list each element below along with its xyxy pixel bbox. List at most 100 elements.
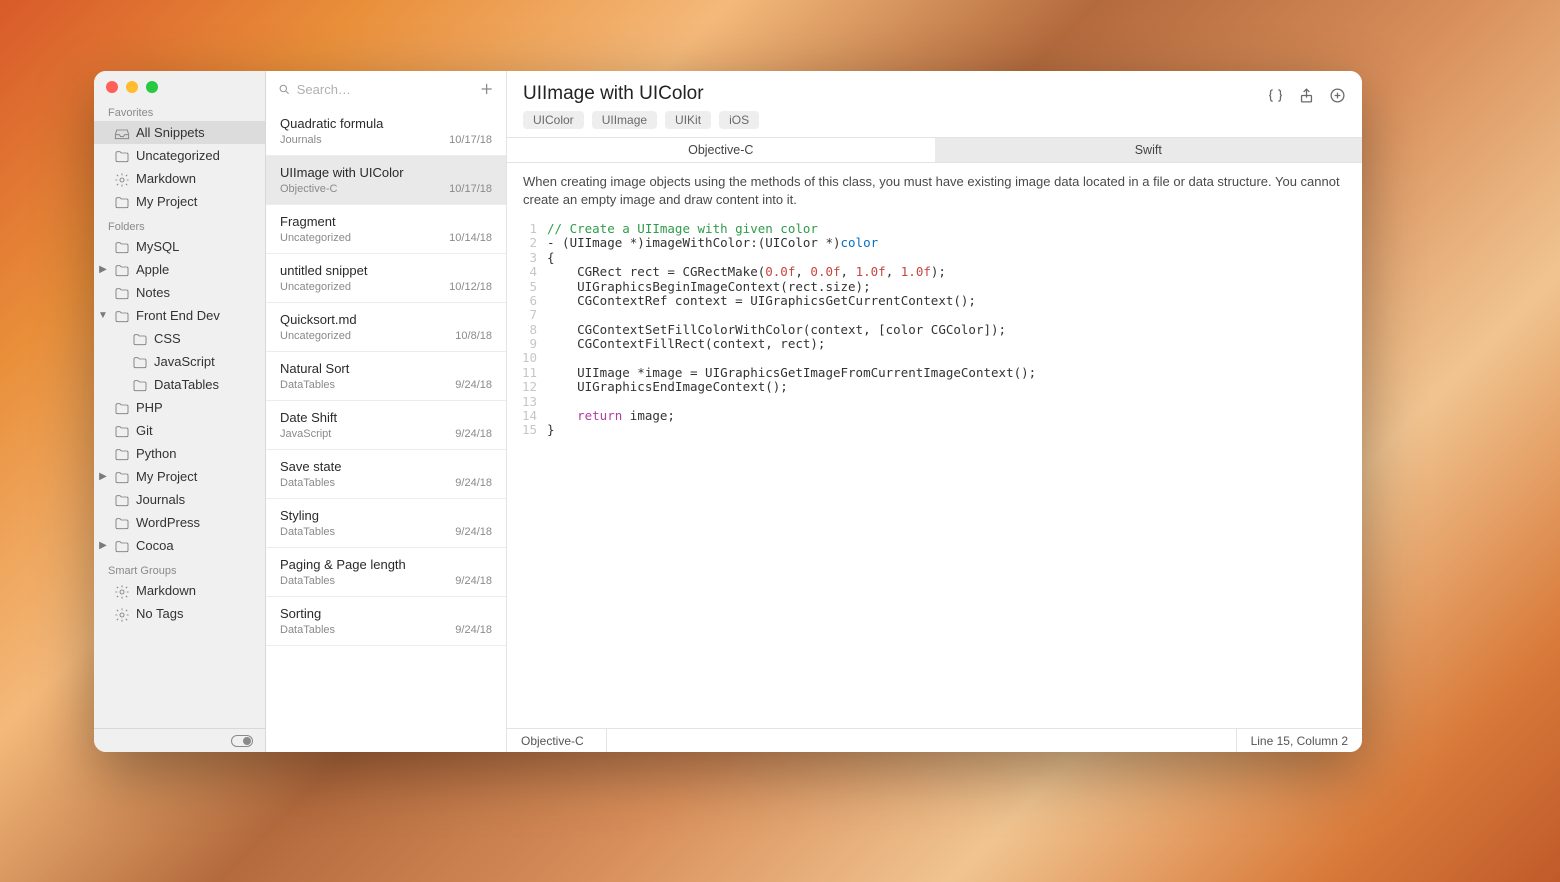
snippet-item-category: Uncategorized xyxy=(280,330,351,342)
sidebar-toggle[interactable] xyxy=(231,735,253,747)
add-circle-icon[interactable] xyxy=(1329,87,1346,104)
minimize-window-button[interactable] xyxy=(126,81,138,93)
snippet-item-category: JavaScript xyxy=(280,428,331,440)
line-number: 5 xyxy=(507,280,547,294)
sidebar-item-label: CSS xyxy=(154,331,181,346)
close-window-button[interactable] xyxy=(106,81,118,93)
snippet-item-title: Sorting xyxy=(280,606,492,621)
snippet-list-item[interactable]: FragmentUncategorized10/14/18 xyxy=(266,205,506,254)
snippet-item-category: Objective-C xyxy=(280,183,337,195)
sidebar-item[interactable]: ▶ My Project xyxy=(94,465,265,488)
language-tab[interactable]: Objective-C xyxy=(507,138,935,162)
detail-pane: UIImage with UIColor UIColor UIImage UIKit… xyxy=(507,71,1362,752)
snippet-list-item[interactable]: Paging & Page lengthDataTables9/24/18 xyxy=(266,548,506,597)
snippet-list-item[interactable]: StylingDataTables9/24/18 xyxy=(266,499,506,548)
sidebar-item-label: JavaScript xyxy=(154,354,215,369)
line-number: 13 xyxy=(507,395,547,409)
snippet-item-category: DataTables xyxy=(280,575,335,587)
sidebar-item[interactable]: Python xyxy=(94,442,265,465)
sidebar-item-label: Notes xyxy=(136,285,170,300)
language-tabs: Objective-CSwift xyxy=(507,137,1362,163)
sidebar-item[interactable]: PHP xyxy=(94,396,265,419)
tag[interactable]: UIImage xyxy=(592,111,657,129)
snippet-list-item[interactable]: Quadratic formulaJournals10/17/18 xyxy=(266,107,506,156)
tag[interactable]: UIKit xyxy=(665,111,711,129)
snippet-title[interactable]: UIImage with UIColor xyxy=(523,83,704,105)
add-snippet-button[interactable] xyxy=(479,80,494,98)
sidebar-item[interactable]: Markdown xyxy=(94,167,265,190)
section-header-folders: Folders xyxy=(94,217,265,235)
gear-icon xyxy=(114,172,130,186)
sidebar-item[interactable]: Notes xyxy=(94,281,265,304)
sidebar-item[interactable]: My Project xyxy=(94,190,265,213)
sidebar-item[interactable]: DataTables xyxy=(94,373,265,396)
sidebar-item-label: Cocoa xyxy=(136,538,174,553)
sidebar-item[interactable]: ▶ Cocoa xyxy=(94,534,265,557)
zoom-window-button[interactable] xyxy=(146,81,158,93)
search-input[interactable] xyxy=(297,82,473,97)
snippet-list-item[interactable]: untitled snippetUncategorized10/12/18 xyxy=(266,254,506,303)
snippet-item-date: 9/24/18 xyxy=(455,575,492,587)
snippet-list-pane: Quadratic formulaJournals10/17/18 UIImage… xyxy=(266,71,507,752)
braces-icon[interactable] xyxy=(1267,87,1284,104)
snippet-description[interactable]: When creating image objects using the me… xyxy=(507,163,1362,218)
sidebar-item-label: Git xyxy=(136,423,153,438)
snippet-item-title: Styling xyxy=(280,508,492,523)
gear-icon xyxy=(114,607,130,621)
app-window: Favorites All SnippetsUncategorizedMarkd… xyxy=(94,71,1362,752)
snippet-list-item[interactable]: UIImage with UIColorObjective-C10/17/18 xyxy=(266,156,506,205)
sidebar-item[interactable]: ▶Apple xyxy=(94,258,265,281)
snippet-item-date: 10/12/18 xyxy=(449,281,492,293)
tag[interactable]: UIColor xyxy=(523,111,584,129)
line-number: 14 xyxy=(507,409,547,423)
sidebar-item[interactable]: CSS xyxy=(94,327,265,350)
snippet-item-category: Uncategorized xyxy=(280,232,351,244)
disclosure-down-icon[interactable]: ▼ xyxy=(98,310,108,321)
sidebar-item[interactable]: Uncategorized xyxy=(94,144,265,167)
sidebar-item-label: DataTables xyxy=(154,377,219,392)
folder-icon xyxy=(114,401,130,415)
snippet-item-category: DataTables xyxy=(280,624,335,636)
folder-icon xyxy=(114,424,130,438)
folder-icon xyxy=(114,240,130,254)
sidebar-item[interactable]: WordPress xyxy=(94,511,265,534)
sidebar-item-label: Markdown xyxy=(136,583,196,598)
sidebar-item-label: Uncategorized xyxy=(136,148,220,163)
section-header-smart: Smart Groups xyxy=(94,561,265,579)
folder-icon xyxy=(114,447,130,461)
snippet-list-item[interactable]: SortingDataTables9/24/18 xyxy=(266,597,506,646)
folder-icon xyxy=(132,378,148,392)
sidebar-item[interactable]: Journals xyxy=(94,488,265,511)
share-icon[interactable] xyxy=(1298,87,1315,104)
sidebar-item[interactable]: No Tags xyxy=(94,602,265,625)
line-number: 11 xyxy=(507,366,547,380)
sidebar-item[interactable]: Markdown xyxy=(94,579,265,602)
snippet-item-title: Quicksort.md xyxy=(280,312,492,327)
status-language[interactable]: Objective-C xyxy=(507,729,607,752)
snippet-item-category: DataTables xyxy=(280,379,335,391)
sidebar-item-label: My Project xyxy=(136,469,197,484)
line-number: 3 xyxy=(507,251,547,265)
snippet-item-title: Natural Sort xyxy=(280,361,492,376)
language-tab[interactable]: Swift xyxy=(935,138,1363,162)
sidebar-item-label: My Project xyxy=(136,194,197,209)
sidebar-item[interactable]: JavaScript xyxy=(94,350,265,373)
snippet-list-item[interactable]: Quicksort.mdUncategorized10/8/18 xyxy=(266,303,506,352)
disclosure-right-icon[interactable]: ▶ xyxy=(98,540,108,551)
disclosure-right-icon[interactable]: ▶ xyxy=(98,264,108,275)
sidebar-item[interactable]: All Snippets xyxy=(94,121,265,144)
tags-row: UIColor UIImage UIKit iOS xyxy=(507,111,1362,137)
snippet-list-item[interactable]: Natural SortDataTables9/24/18 xyxy=(266,352,506,401)
disclosure-right-icon[interactable]: ▶ xyxy=(98,471,108,482)
code-editor[interactable]: 1// Create a UIImage with given color2- … xyxy=(507,218,1362,728)
snippet-item-title: UIImage with UIColor xyxy=(280,165,492,180)
snippet-list-item[interactable]: Date ShiftJavaScript9/24/18 xyxy=(266,401,506,450)
tag[interactable]: iOS xyxy=(719,111,759,129)
sidebar-item[interactable]: ▼Front End Dev xyxy=(94,304,265,327)
snippet-list-item[interactable]: Save stateDataTables9/24/18 xyxy=(266,450,506,499)
sidebar-item[interactable]: Git xyxy=(94,419,265,442)
sidebar-footer xyxy=(94,728,265,752)
sidebar-item[interactable]: MySQL xyxy=(94,235,265,258)
window-controls xyxy=(94,71,265,101)
snippet-item-date: 10/17/18 xyxy=(449,134,492,146)
